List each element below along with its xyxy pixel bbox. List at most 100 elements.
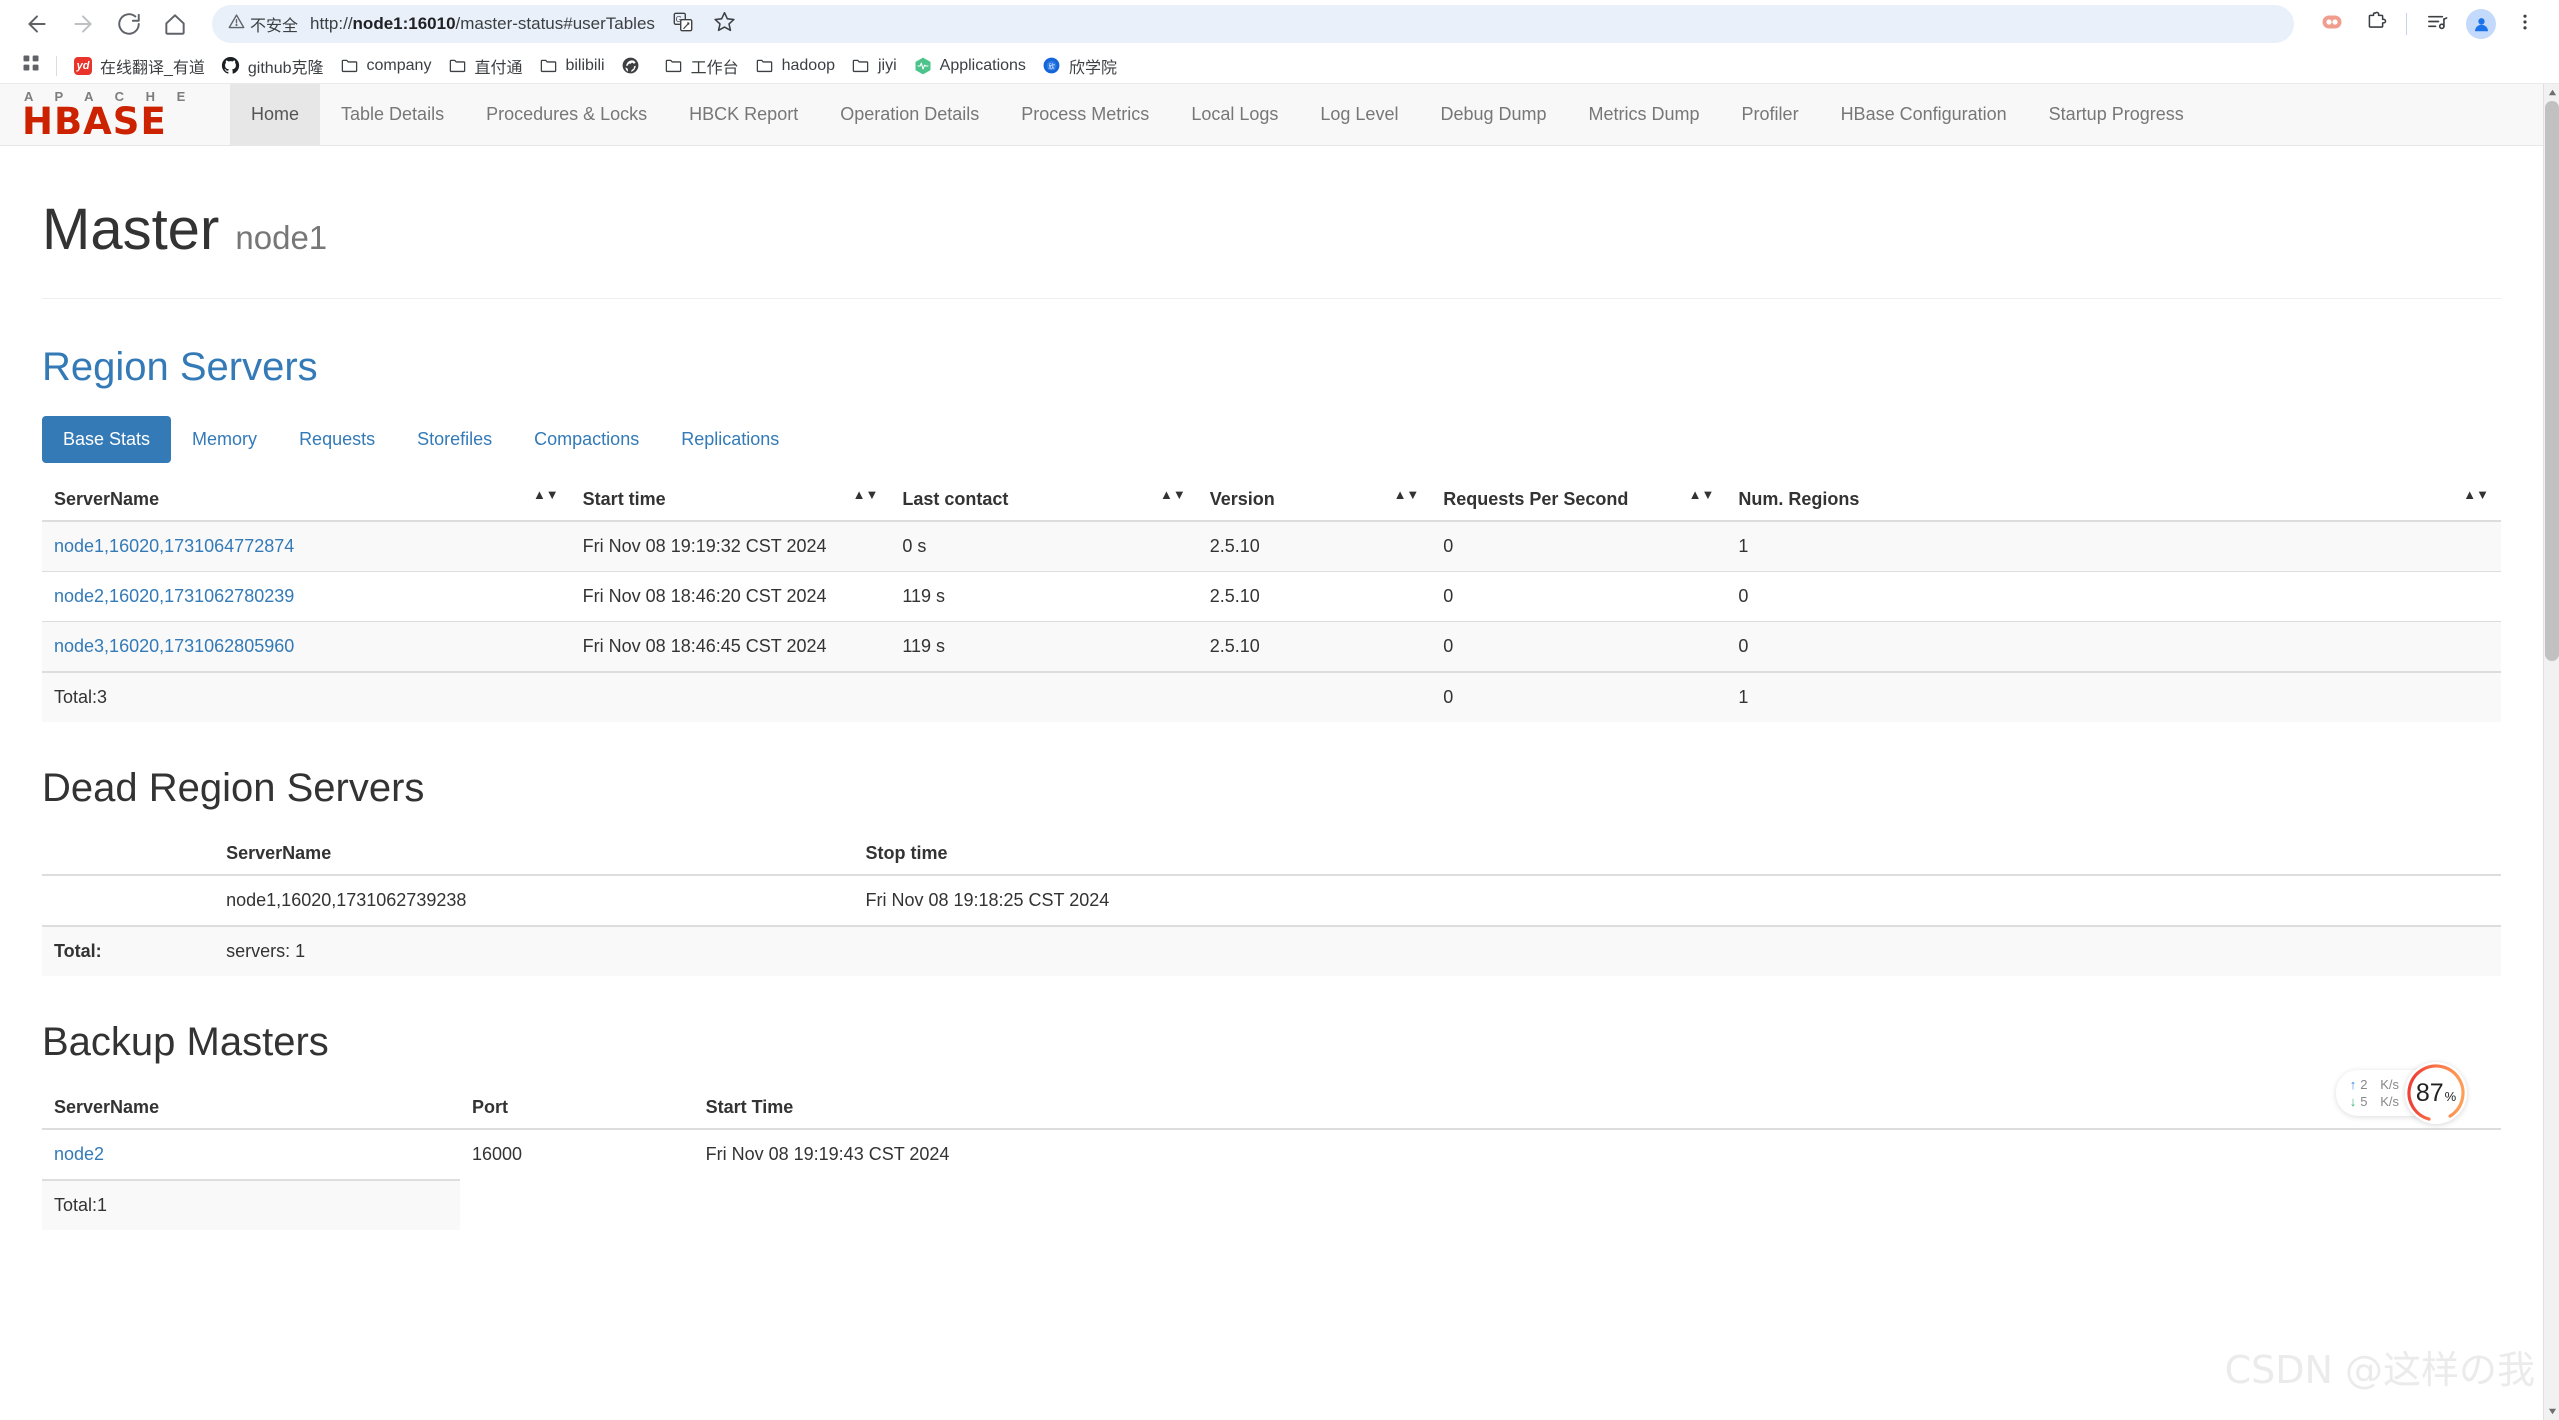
cell-servername: node2: [42, 1128, 461, 1180]
nav-item-hbase-configuration[interactable]: HBase Configuration: [1820, 84, 2028, 145]
extensions-button[interactable]: [2356, 4, 2396, 44]
bookmark-item-zhifutong[interactable]: 直付通: [439, 50, 530, 82]
cell-total-last-contact: [890, 670, 1198, 722]
cell-total-label: Total:3: [42, 670, 571, 722]
col-num-regions[interactable]: Num. Regions ▲▼: [1726, 478, 2501, 522]
scrollbar-up-arrow[interactable]: [2544, 84, 2559, 101]
col-label: ServerName: [54, 488, 160, 509]
folder-icon: [851, 56, 871, 76]
cell-start-time: Fri Nov 08 18:46:20 CST 2024: [570, 570, 891, 622]
back-button[interactable]: [14, 1, 60, 47]
nav-item-table-details[interactable]: Table Details: [320, 84, 465, 145]
server-link[interactable]: node1,16020,1731064772874: [54, 536, 294, 556]
cell-requests-per-second: 0: [1431, 620, 1727, 672]
table-row: node1,16020,1731064772874 Fri Nov 08 19:…: [42, 520, 2501, 572]
table-total-row: Total:3 0 1: [42, 670, 2501, 722]
cell-servername: node3,16020,1731062805960: [42, 620, 571, 672]
bookmark-label: company: [366, 56, 432, 74]
tab-storefiles[interactable]: Storefiles: [396, 416, 513, 463]
bookmark-item-github[interactable]: github克隆: [213, 50, 332, 82]
cpu-usage-ring[interactable]: 87%: [2405, 1062, 2467, 1124]
sort-icon: ▲▼: [1159, 486, 1186, 502]
forward-arrow-icon: [70, 11, 96, 37]
tab-compactions[interactable]: Compactions: [513, 416, 660, 463]
bookmark-item-globe[interactable]: [613, 52, 656, 80]
scrollbar-thumb[interactable]: [2545, 101, 2559, 661]
puzzle-extensions-icon: [2365, 10, 2388, 38]
extension-pill-button[interactable]: [2312, 4, 2352, 44]
server-link[interactable]: node3,16020,1731062805960: [54, 636, 294, 656]
cell-start-time: Fri Nov 08 19:19:32 CST 2024: [570, 520, 891, 572]
bookmark-button[interactable]: [705, 4, 745, 44]
backup-master-link[interactable]: node2: [54, 1144, 104, 1164]
nav-item-hbck-report[interactable]: HBCK Report: [668, 84, 819, 145]
cell-total-port: [460, 1178, 694, 1230]
nav-item-metrics-dump[interactable]: Metrics Dump: [1568, 84, 1721, 145]
cell-index: [42, 874, 215, 926]
hbase-logo[interactable]: A P A C H E HBASE: [0, 84, 230, 145]
scrollbar-down-arrow[interactable]: [2544, 1403, 2559, 1420]
bookmark-item-bilibili[interactable]: bilibili: [530, 52, 612, 80]
network-speed-widget[interactable]: ↑ 2 K/s ↓ 5 K/s 87%: [2335, 1062, 2467, 1124]
profile-button[interactable]: [2461, 4, 2501, 44]
page-viewport: A P A C H E HBASE Home Table Details Pro…: [0, 84, 2559, 1420]
nav-item-profiler[interactable]: Profiler: [1721, 84, 1820, 145]
cell-num-regions: 0: [1726, 570, 2501, 622]
cell-total-version: [1197, 670, 1432, 722]
tab-replications[interactable]: Replications: [660, 416, 800, 463]
nav-item-procedures-locks[interactable]: Procedures & Locks: [465, 84, 668, 145]
nav-item-home[interactable]: Home: [230, 84, 321, 145]
media-playlist-button[interactable]: [2417, 4, 2457, 44]
nav-item-log-level[interactable]: Log Level: [1299, 84, 1419, 145]
home-button[interactable]: [152, 1, 198, 47]
bookmark-item-jiyi[interactable]: jiyi: [843, 52, 905, 80]
browser-toolbar: 不安全 http://node1:16010/master-status#use…: [0, 0, 2559, 48]
page-scrollbar[interactable]: [2543, 84, 2559, 1420]
bookmark-item-applications[interactable]: Applications: [905, 52, 1034, 80]
bookmark-item-youdao[interactable]: yd 在线翻译_有道: [65, 50, 213, 82]
download-value: 5: [2360, 1094, 2368, 1109]
forward-button[interactable]: [60, 1, 106, 47]
server-link[interactable]: node2,16020,1731062780239: [54, 586, 294, 606]
sort-icon: ▲▼: [1393, 486, 1420, 502]
col-servername[interactable]: ServerName ▲▼: [42, 478, 571, 522]
url-display[interactable]: http://node1:16010/master-status#userTab…: [310, 14, 655, 34]
bookmark-item-hadoop[interactable]: hadoop: [747, 52, 843, 80]
translate-button[interactable]: G: [663, 4, 703, 44]
col-servername: ServerName: [214, 832, 854, 876]
bookmark-label: hadoop: [781, 56, 835, 74]
nav-item-local-logs[interactable]: Local Logs: [1170, 84, 1299, 145]
hbase-navbar: A P A C H E HBASE Home Table Details Pro…: [0, 84, 2543, 146]
tab-base-stats[interactable]: Base Stats: [42, 415, 172, 463]
col-last-contact[interactable]: Last contact ▲▼: [890, 478, 1198, 522]
region-servers-heading: Region Servers: [42, 344, 318, 389]
address-bar[interactable]: 不安全 http://node1:16010/master-status#use…: [212, 5, 2294, 43]
col-version[interactable]: Version ▲▼: [1197, 478, 1432, 522]
bookmarks-divider: [56, 55, 57, 76]
tab-requests[interactable]: Requests: [278, 416, 396, 463]
nav-item-startup-progress[interactable]: Startup Progress: [2028, 84, 2205, 145]
col-start-time[interactable]: Start time ▲▼: [570, 478, 891, 522]
apps-grid-button[interactable]: [14, 51, 48, 81]
tab-memory[interactable]: Memory: [171, 416, 278, 463]
cell-last-contact: 119 s: [890, 570, 1198, 622]
bookmark-label: 在线翻译_有道: [100, 59, 205, 77]
toolbar-divider: [2406, 13, 2407, 35]
col-requests-per-second[interactable]: Requests Per Second ▲▼: [1431, 478, 1727, 522]
nav-item-operation-details[interactable]: Operation Details: [819, 84, 1000, 145]
bookmark-item-gongzuotai[interactable]: 工作台: [656, 50, 747, 82]
download-speed-line: ↓ 5 K/s: [2350, 1094, 2399, 1109]
reload-button[interactable]: [106, 1, 152, 47]
bookmark-item-xinxueyuan[interactable]: 欣 欣学院: [1034, 50, 1125, 82]
site-security-chip[interactable]: 不安全: [228, 12, 310, 36]
upload-speed-line: ↑ 2 K/s: [2350, 1077, 2399, 1092]
nav-item-debug-dump[interactable]: Debug Dump: [1419, 84, 1567, 145]
col-index: [42, 832, 215, 876]
nav-item-process-metrics[interactable]: Process Metrics: [1000, 84, 1170, 145]
chrome-menu-button[interactable]: [2505, 4, 2545, 44]
cell-total-label: Total:1: [42, 1178, 461, 1230]
bookmark-item-company[interactable]: company: [332, 52, 440, 80]
home-icon: [162, 11, 188, 37]
table-row: node2,16020,1731062780239 Fri Nov 08 18:…: [42, 570, 2501, 622]
